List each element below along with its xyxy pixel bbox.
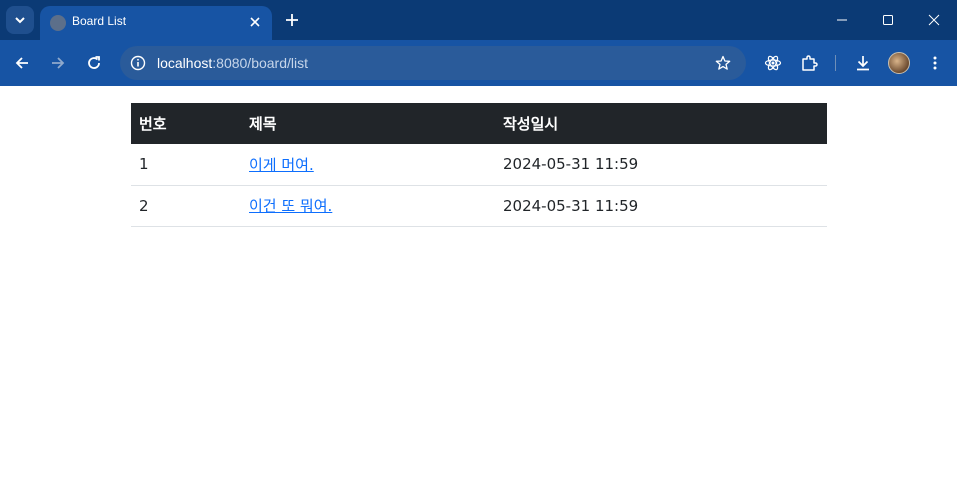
download-button[interactable] xyxy=(851,51,875,75)
site-info-button[interactable] xyxy=(126,51,150,75)
table-header-row: 번호 제목 작성일시 xyxy=(131,103,827,144)
browser-toolbar: localhost:8080/board/list xyxy=(0,40,957,86)
plus-icon xyxy=(286,14,298,26)
back-button[interactable] xyxy=(8,49,36,77)
row-created-at: 2024-05-31 11:59 xyxy=(495,185,827,227)
reload-icon xyxy=(88,56,100,69)
info-icon xyxy=(130,55,146,71)
back-arrow-icon xyxy=(15,57,28,69)
star-icon xyxy=(715,55,731,70)
browser-menu-button[interactable] xyxy=(923,51,947,75)
window-close-icon xyxy=(928,14,940,26)
reload-button[interactable] xyxy=(80,49,108,77)
tab-title: Board List xyxy=(72,14,127,28)
header-created-at: 작성일시 xyxy=(503,115,559,133)
forward-arrow-icon xyxy=(52,57,65,69)
tab-close-button[interactable] xyxy=(246,13,264,31)
table-row: 2 이건 또 뭐여. 2024-05-31 11:59 xyxy=(131,185,827,227)
minimize-button[interactable] xyxy=(819,4,865,36)
maximize-icon xyxy=(883,15,893,25)
row-number: 1 xyxy=(131,144,241,186)
table-row: 1 이게 머여. 2024-05-31 11:59 xyxy=(131,144,827,186)
address-bar[interactable]: localhost:8080/board/list xyxy=(120,46,746,80)
row-title-cell: 이게 머여. xyxy=(241,144,495,186)
header-title: 제목 xyxy=(249,115,277,133)
page-content: 번호 제목 작성일시 1 이게 머여. 2024-05-31 11:59 2 이… xyxy=(0,86,957,502)
window-close-button[interactable] xyxy=(911,4,957,36)
header-number: 번호 xyxy=(139,115,167,133)
post-title-link[interactable]: 이건 또 뭐여. xyxy=(249,197,332,215)
row-number: 2 xyxy=(131,185,241,227)
react-devtools-button[interactable] xyxy=(761,51,785,75)
url-host: localhost xyxy=(157,55,213,71)
post-title-link[interactable]: 이게 머여. xyxy=(249,156,314,174)
globe-icon xyxy=(50,15,66,31)
row-created-at: 2024-05-31 11:59 xyxy=(495,144,827,186)
url-path: :8080/board/list xyxy=(212,55,308,71)
tab-search-button[interactable] xyxy=(6,6,34,34)
profile-avatar[interactable] xyxy=(888,52,910,74)
react-devtools-icon xyxy=(764,55,782,71)
browser-tab-strip: Board List xyxy=(0,0,957,40)
url-text[interactable]: localhost:8080/board/list xyxy=(157,55,308,71)
bookmark-button[interactable] xyxy=(712,52,734,74)
browser-tab[interactable]: Board List xyxy=(40,6,272,40)
close-icon xyxy=(250,17,260,27)
download-icon xyxy=(857,56,869,71)
extensions-puzzle-icon xyxy=(802,55,818,71)
forward-button[interactable] xyxy=(44,49,72,77)
more-vert-icon xyxy=(933,56,937,70)
tab-search-icon xyxy=(15,17,25,24)
new-tab-button[interactable] xyxy=(280,8,304,32)
board-table: 번호 제목 작성일시 1 이게 머여. 2024-05-31 11:59 2 이… xyxy=(131,103,827,227)
row-title-cell: 이건 또 뭐여. xyxy=(241,185,495,227)
extensions-button[interactable] xyxy=(797,51,821,75)
toolbar-divider xyxy=(835,55,836,71)
maximize-button[interactable] xyxy=(865,4,911,36)
minimize-icon xyxy=(837,19,847,21)
